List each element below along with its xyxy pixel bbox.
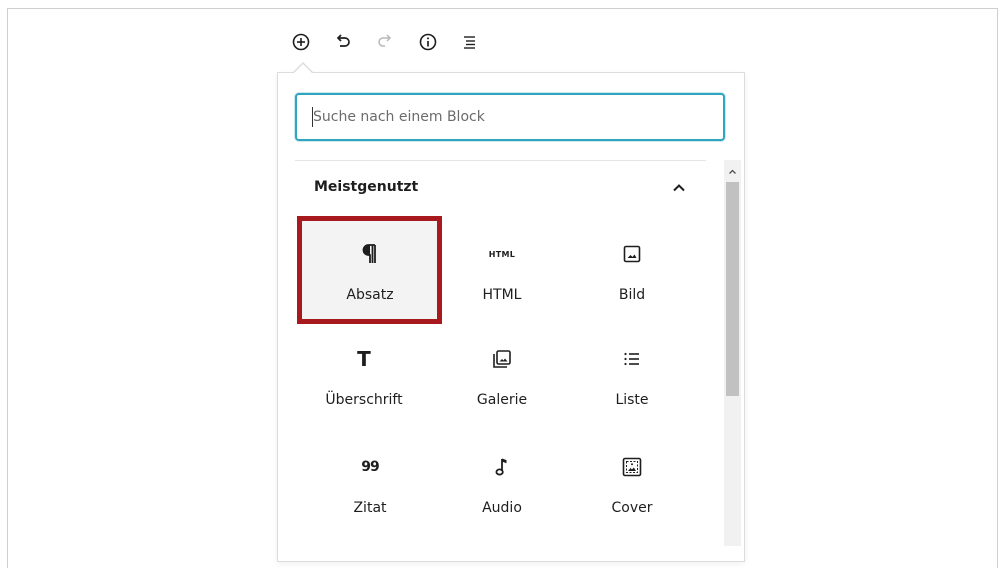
block-item-liste[interactable]: Liste	[562, 330, 702, 430]
block-label: Bild	[618, 287, 646, 303]
info-button[interactable]	[416, 30, 440, 54]
chevron-up-icon	[669, 183, 689, 202]
block-item-zitat[interactable]: 99 Zitat	[300, 438, 440, 538]
search-divider	[295, 160, 706, 161]
html-icon: HTML	[488, 249, 516, 259]
quote-icon: 99	[361, 459, 380, 475]
block-search-field[interactable]	[295, 93, 725, 141]
block-item-html[interactable]: HTML HTML	[432, 225, 572, 325]
scroll-up-arrow[interactable]	[724, 164, 741, 178]
section-title-meistgenutzt: Meistgenutzt	[314, 179, 419, 195]
block-label: Liste	[615, 392, 649, 408]
block-item-audio[interactable]: Audio	[432, 438, 572, 538]
heading-icon: T	[357, 347, 371, 371]
popover-arrow-inner	[294, 64, 312, 73]
section-collapse-button[interactable]	[669, 178, 689, 198]
add-block-button[interactable]	[289, 30, 313, 54]
list-outline-icon	[459, 32, 479, 52]
block-label: Cover	[611, 500, 653, 516]
block-item-ueberschrift[interactable]: T Überschrift	[294, 330, 434, 430]
editor-toolbar	[0, 0, 1003, 60]
block-label: Absatz	[346, 287, 394, 303]
scrollbar-thumb[interactable]	[726, 182, 739, 396]
block-item-galerie[interactable]: Galerie	[432, 330, 572, 430]
redo-icon	[375, 32, 395, 52]
redo-button[interactable]	[373, 30, 397, 54]
inserter-scrollbar[interactable]	[724, 160, 741, 546]
paragraph-icon	[300, 239, 440, 269]
plus-circle-icon	[291, 32, 311, 52]
block-label: Audio	[482, 500, 522, 516]
block-item-bild[interactable]: Bild	[562, 225, 702, 325]
list-icon	[562, 344, 702, 374]
block-item-absatz[interactable]: Absatz	[300, 225, 440, 325]
block-label: Überschrift	[325, 392, 403, 408]
block-search-input[interactable]	[313, 105, 708, 129]
undo-icon	[333, 32, 353, 52]
outline-button[interactable]	[457, 30, 481, 54]
block-label: HTML	[482, 287, 522, 303]
gallery-icon	[432, 344, 572, 374]
block-label: Galerie	[476, 392, 528, 408]
image-icon	[562, 239, 702, 269]
audio-icon	[432, 452, 572, 482]
cover-icon	[562, 452, 702, 482]
info-icon	[418, 32, 438, 52]
block-item-cover[interactable]: Cover	[562, 438, 702, 538]
undo-button[interactable]	[331, 30, 355, 54]
block-label: Zitat	[353, 500, 387, 516]
